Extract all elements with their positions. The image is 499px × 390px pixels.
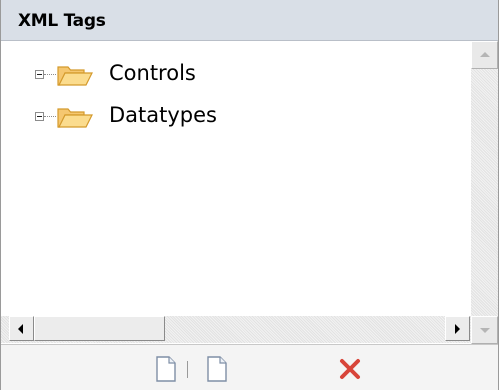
scroll-up-button[interactable]: [471, 41, 498, 69]
scroll-down-button[interactable]: [471, 316, 498, 344]
red-x-icon: [340, 359, 360, 379]
xml-tags-panel: XML Tags Controls Datatypes: [0, 0, 499, 390]
delete-button[interactable]: [337, 355, 363, 383]
horizontal-scroll-thumb[interactable]: [34, 316, 165, 341]
scroll-right-button[interactable]: [445, 316, 470, 341]
tree-connector: [44, 74, 56, 75]
vertical-scrollbar[interactable]: [471, 41, 498, 344]
horizontal-scrollbar[interactable]: [1, 316, 471, 343]
panel-header: XML Tags: [1, 0, 498, 41]
tree-connector: [44, 116, 56, 117]
tree-item-label: Datatypes: [109, 103, 217, 127]
collapse-icon[interactable]: [35, 112, 44, 121]
panel-toolbar: [1, 344, 498, 390]
tree-item-label: Controls: [109, 61, 196, 85]
folder-open-icon: [57, 66, 93, 86]
collapse-icon[interactable]: [35, 70, 44, 79]
tree-item-datatypes[interactable]: Datatypes: [1, 100, 471, 134]
toolbar-separator: [187, 361, 188, 378]
scroll-left-button[interactable]: [9, 316, 34, 341]
document-icon: [207, 356, 227, 382]
folder-open-icon: [57, 108, 93, 128]
panel-title: XML Tags: [18, 11, 106, 31]
tree-item-controls[interactable]: Controls: [1, 58, 471, 92]
tree-view: Controls Datatypes: [1, 41, 471, 316]
new-document-button-2[interactable]: [204, 355, 230, 383]
document-icon: [156, 356, 176, 382]
new-document-button[interactable]: [153, 355, 179, 383]
